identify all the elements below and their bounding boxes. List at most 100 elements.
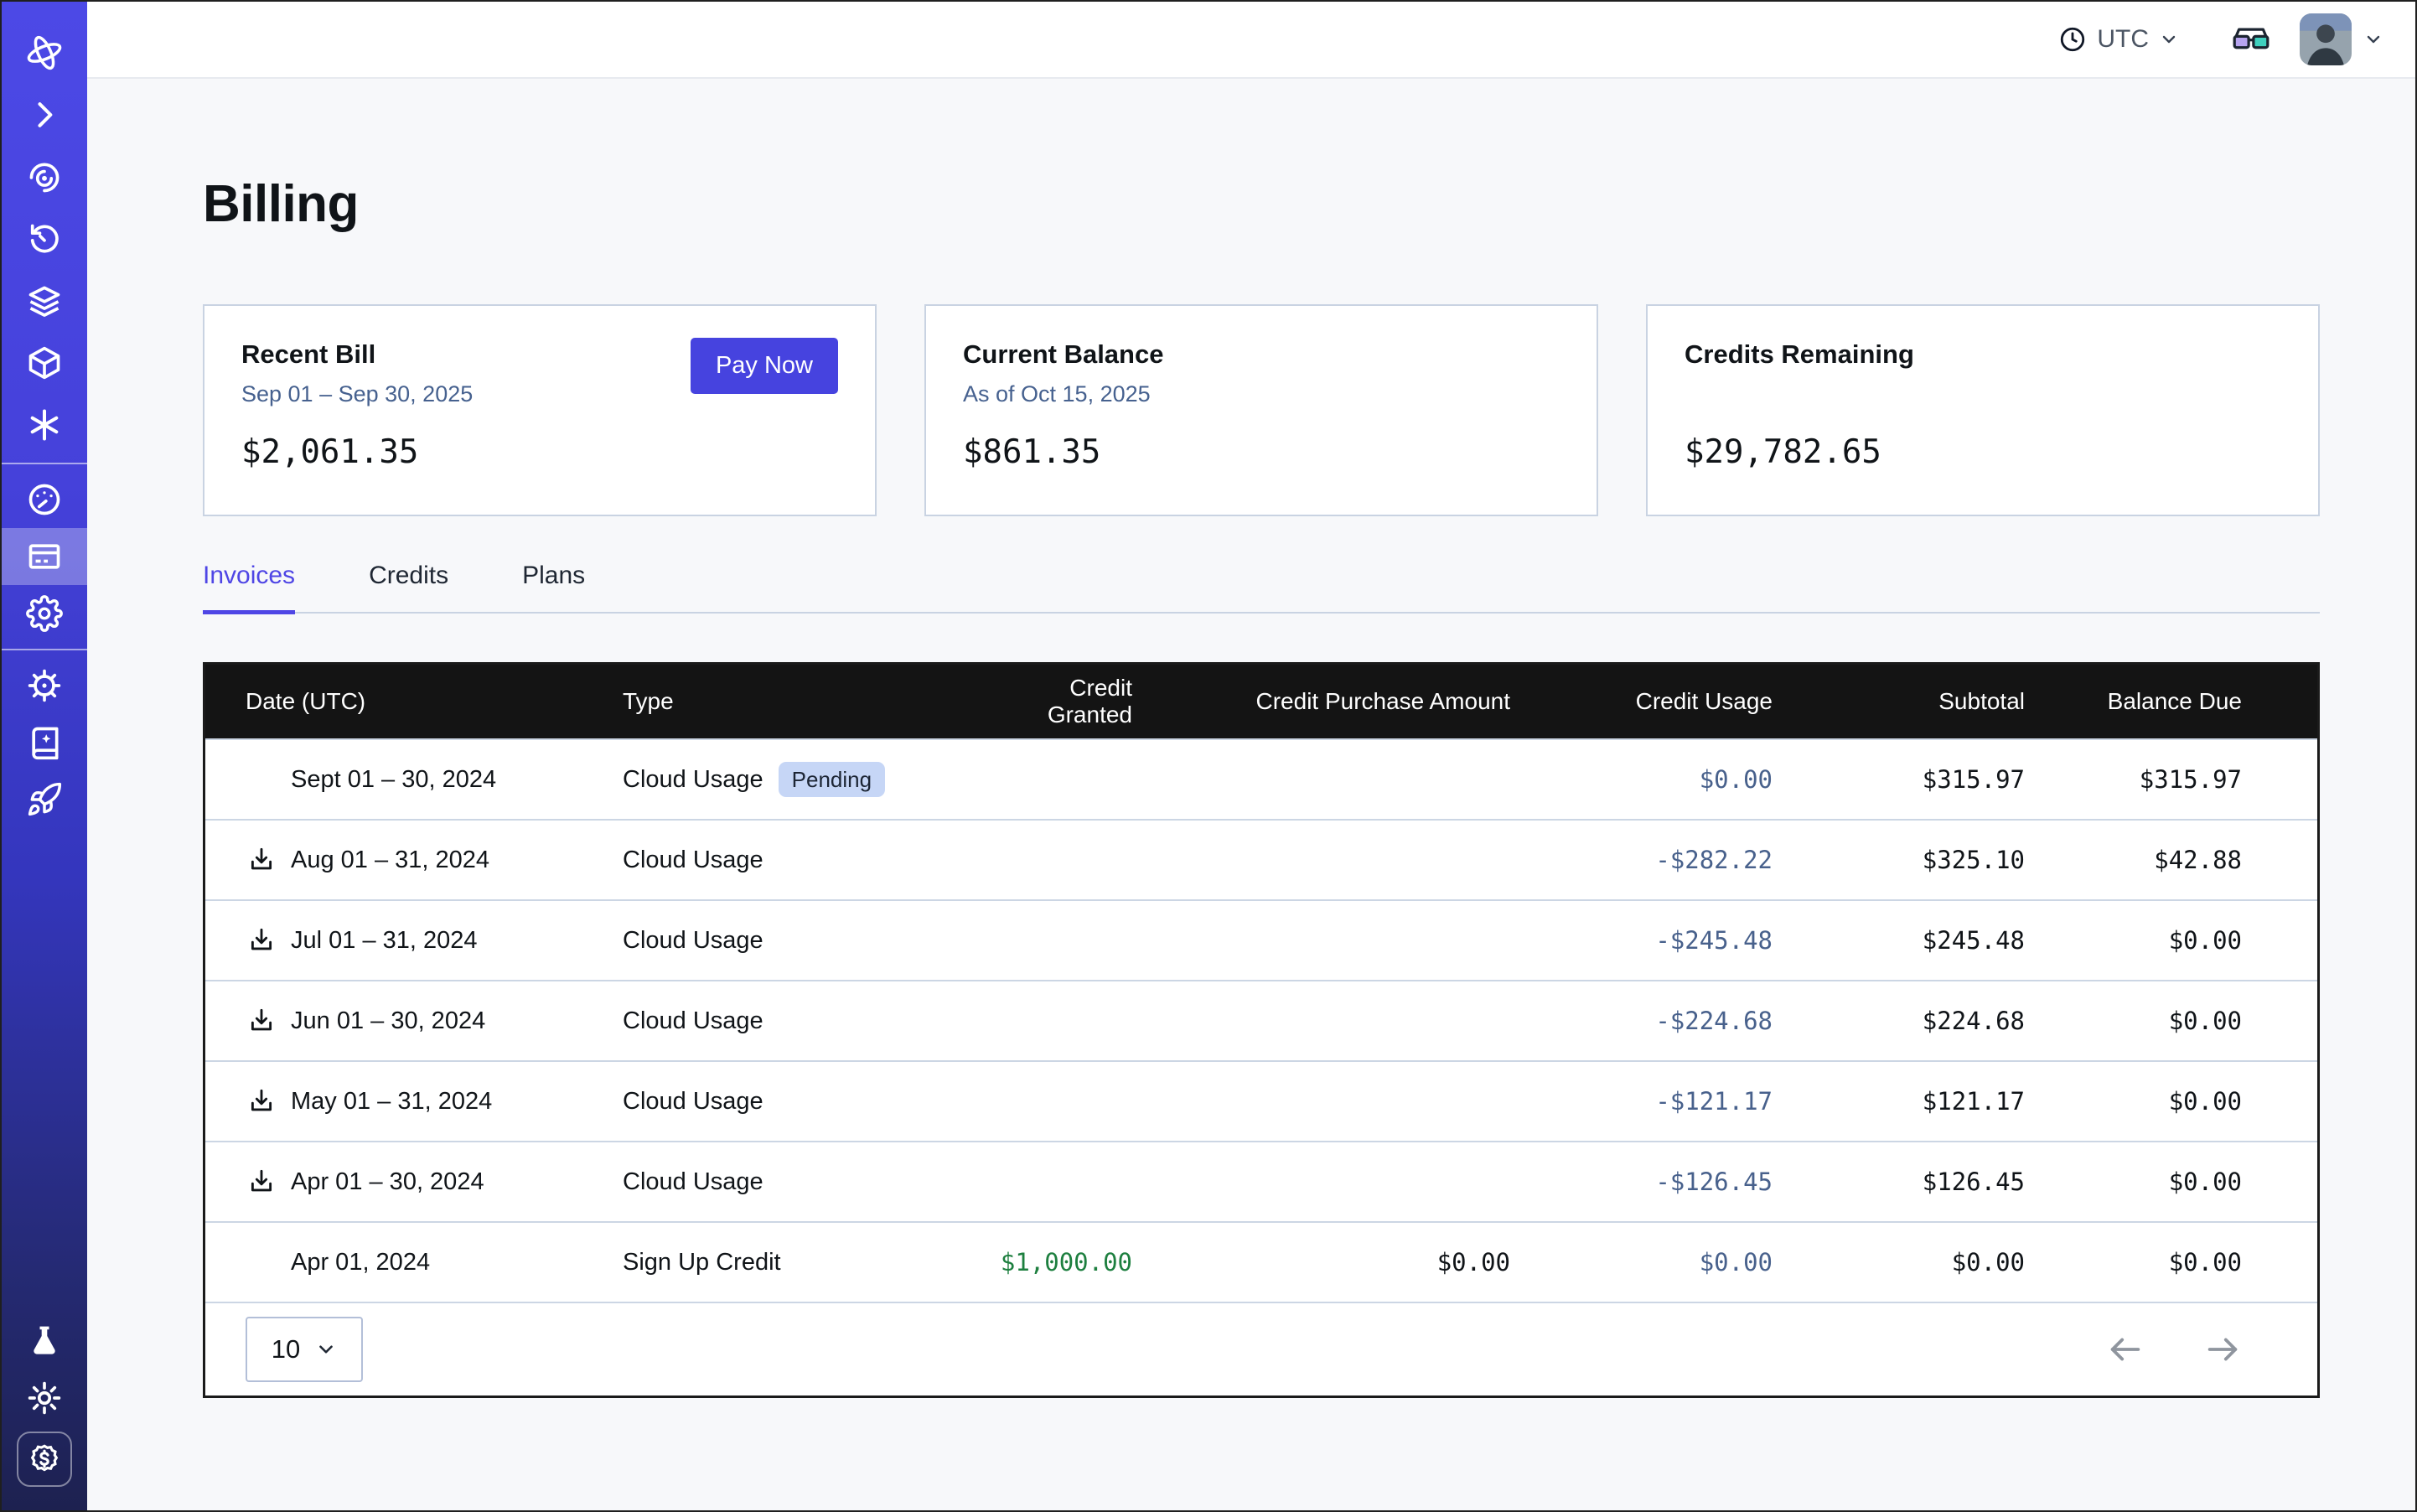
invoice-date: Apr 01 – 30, 2024 (291, 1168, 484, 1196)
billing-tabs: Invoices Credits Plans (203, 562, 2320, 614)
download-slot (246, 1246, 277, 1278)
table-row: Jun 01 – 30, 2024 Cloud Usage -$224.68 $… (205, 980, 2317, 1060)
date-cell: May 01 – 31, 2024 (246, 1085, 623, 1117)
table-row: Apr 01, 2024 Sign Up Credit $1,000.00 $0… (205, 1221, 2317, 1302)
balance-due: $0.00 (2025, 1248, 2242, 1276)
card-subtitle (1685, 381, 2281, 408)
credit-granted: $1,000.00 (1000, 1248, 1132, 1276)
tab-credits[interactable]: Credits (369, 562, 448, 612)
recent-bill-card: Recent Bill Sep 01 – Sep 30, 2025 $2,061… (203, 304, 877, 516)
invoice-type: Cloud Usage (623, 847, 763, 874)
credit-usage: -$282.22 (1510, 846, 1773, 874)
chevron-down-icon (315, 1339, 337, 1360)
gauge-icon[interactable] (2, 471, 87, 528)
download-invoice-icon[interactable] (246, 1005, 277, 1037)
avatar[interactable] (2300, 13, 2352, 65)
download-invoice-icon[interactable] (246, 1166, 277, 1198)
card-amount: $861.35 (963, 433, 1560, 471)
current-balance-card: Current Balance As of Oct 15, 2025 $861.… (924, 304, 1598, 516)
layers-icon[interactable] (2, 270, 87, 332)
orbit-logo-icon[interactable] (2, 22, 87, 84)
subtotal: $224.68 (1773, 1007, 2025, 1035)
balance-due: $42.88 (2025, 846, 2242, 874)
type-cell: Sign Up Credit (623, 1249, 1000, 1276)
previous-page-arrow-icon[interactable] (2104, 1328, 2146, 1370)
type-cell: Cloud Usage (623, 927, 1000, 955)
invoice-date: Jul 01 – 31, 2024 (291, 927, 478, 955)
page-size-select[interactable]: 10 (246, 1317, 363, 1382)
card-amount: $29,782.65 (1685, 433, 2281, 471)
subtotal: $325.10 (1773, 846, 2025, 874)
chevron-down-icon (2363, 29, 2383, 49)
invoice-date: Sept 01 – 30, 2024 (291, 766, 496, 794)
download-invoice-icon[interactable] (246, 844, 277, 876)
balance-due: $0.00 (2025, 1007, 2242, 1035)
type-cell: Cloud Usage (623, 847, 1000, 874)
asterisk-icon[interactable] (2, 394, 87, 456)
column-header-date: Date (UTC) (246, 688, 623, 715)
subtotal: $126.45 (1773, 1168, 2025, 1196)
date-cell: Jun 01 – 30, 2024 (246, 1005, 623, 1037)
trace-eye-icon[interactable] (2, 146, 87, 208)
helm-icon[interactable] (2, 657, 87, 714)
date-cell: Apr 01 – 30, 2024 (246, 1166, 623, 1198)
credit-purchase: $0.00 (1132, 1248, 1510, 1276)
balance-due: $0.00 (2025, 926, 2242, 955)
sidebar (2, 2, 87, 1510)
column-header-type: Type (623, 688, 1000, 715)
download-invoice-icon[interactable] (246, 924, 277, 956)
settings-gear-icon[interactable] (2, 585, 87, 642)
billing-card-icon[interactable] (2, 528, 87, 585)
type-cell: Cloud Usage (623, 1168, 1000, 1196)
dollar-badge-icon[interactable] (17, 1432, 72, 1487)
invoices-table: Date (UTC) Type Credit Granted Credit Pu… (203, 662, 2320, 1398)
table-header: Date (UTC) Type Credit Granted Credit Pu… (205, 665, 2317, 738)
cube-icon[interactable] (2, 332, 87, 394)
download-invoice-icon[interactable] (246, 1085, 277, 1117)
page-size-value: 10 (272, 1334, 300, 1364)
timezone-label: UTC (2097, 25, 2149, 54)
column-header-credit-usage: Credit Usage (1510, 688, 1773, 715)
invoice-type: Cloud Usage (623, 1007, 763, 1035)
timezone-selector[interactable]: UTC (2058, 25, 2179, 54)
chevron-right-icon[interactable] (2, 84, 87, 146)
sidebar-spacer (2, 828, 87, 1313)
balance-due: $0.00 (2025, 1087, 2242, 1116)
card-subtitle: As of Oct 15, 2025 (963, 381, 1560, 408)
tab-invoices[interactable]: Invoices (203, 562, 295, 612)
invoice-date: Jun 01 – 30, 2024 (291, 1007, 485, 1035)
card-title: Current Balance (963, 339, 1560, 370)
credit-usage: -$224.68 (1510, 1007, 1773, 1035)
rocket-icon[interactable] (2, 771, 87, 828)
date-cell: Jul 01 – 31, 2024 (246, 924, 623, 956)
chevron-down-icon (2159, 29, 2179, 49)
subtotal: $121.17 (1773, 1087, 2025, 1116)
docs-book-icon[interactable] (2, 714, 87, 771)
invoice-date: Aug 01 – 31, 2024 (291, 847, 489, 874)
credit-usage: -$121.17 (1510, 1087, 1773, 1116)
flask-icon[interactable] (2, 1313, 87, 1370)
type-cell: Cloud Usage Pending (623, 762, 1000, 798)
invoice-type: Cloud Usage (623, 766, 763, 794)
invoice-type: Cloud Usage (623, 927, 763, 955)
invoice-type: Sign Up Credit (623, 1249, 781, 1276)
tab-plans[interactable]: Plans (522, 562, 585, 612)
pay-now-button[interactable]: Pay Now (691, 338, 838, 394)
column-header-credit-purchase: Credit Purchase Amount (1132, 688, 1510, 715)
timer-icon[interactable] (2, 208, 87, 270)
table-row: Jul 01 – 31, 2024 Cloud Usage -$245.48 $… (205, 899, 2317, 980)
credit-usage: $0.00 (1510, 1248, 1773, 1276)
glasses-icon[interactable] (2231, 24, 2271, 54)
main-content: Billing Recent Bill Sep 01 – Sep 30, 202… (87, 79, 2415, 1510)
sun-icon[interactable] (2, 1370, 87, 1427)
subtotal: $245.48 (1773, 926, 2025, 955)
account-menu[interactable] (2300, 13, 2383, 65)
table-row: Sept 01 – 30, 2024 Cloud Usage Pending $… (205, 738, 2317, 819)
page-title: Billing (203, 174, 2320, 234)
card-title: Credits Remaining (1685, 339, 2281, 370)
sidebar-divider (2, 649, 87, 650)
sidebar-divider (2, 463, 87, 464)
next-page-arrow-icon[interactable] (2202, 1328, 2244, 1370)
invoice-date: May 01 – 31, 2024 (291, 1088, 492, 1116)
date-cell: Sept 01 – 30, 2024 (246, 764, 623, 795)
